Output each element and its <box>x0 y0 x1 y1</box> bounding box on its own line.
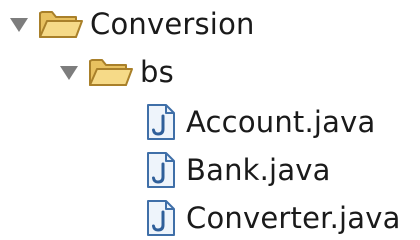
tree-node-package[interactable]: bs <box>58 48 174 96</box>
folder-open-icon <box>38 7 84 41</box>
tree-node-file[interactable]: Account.java <box>146 98 375 146</box>
expand-triangle-icon[interactable] <box>8 13 30 35</box>
java-file-icon <box>146 103 176 141</box>
file-label: Bank.java <box>186 153 331 187</box>
java-file-icon <box>146 199 176 237</box>
folder-open-icon <box>88 55 134 89</box>
tree-node-project[interactable]: Conversion <box>8 0 255 48</box>
file-label: Account.java <box>186 105 376 139</box>
tree-node-file[interactable]: Bank.java <box>146 146 331 194</box>
package-label: bs <box>140 55 174 89</box>
project-label: Conversion <box>90 7 255 41</box>
project-explorer-tree: Conversion bs Account.java Bank.java Con… <box>0 0 420 240</box>
expand-triangle-icon[interactable] <box>58 61 80 83</box>
file-label: Converter.java <box>186 201 401 235</box>
java-file-icon <box>146 151 176 189</box>
tree-node-file[interactable]: Converter.java <box>146 194 401 240</box>
